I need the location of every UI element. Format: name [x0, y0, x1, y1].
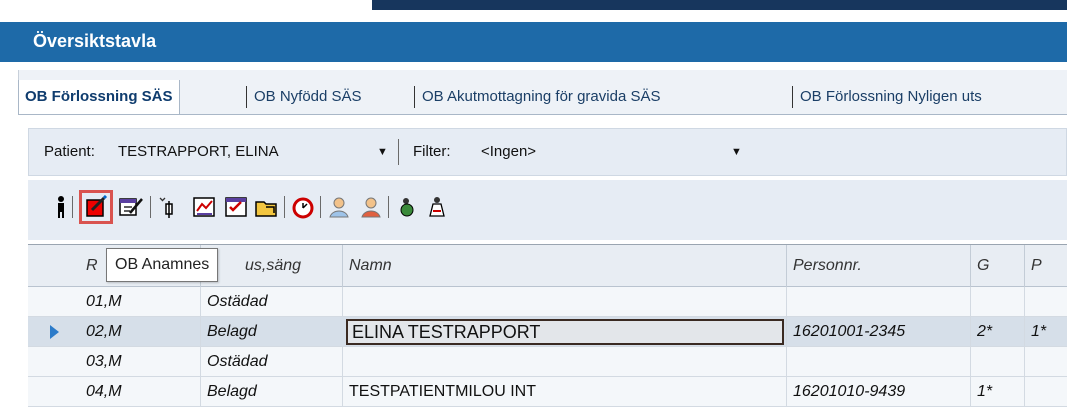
title-bar: Översiktstavla: [0, 22, 1067, 62]
table-row[interactable]: 04,M Belagd TESTPATIENTMILOU INT 1620101…: [28, 377, 1067, 407]
toolbar: [28, 180, 1067, 240]
chart-icon[interactable]: [192, 194, 218, 220]
cell-g: [970, 347, 1024, 377]
column-header-g[interactable]: G: [970, 245, 1024, 287]
toolbar-separator: [388, 196, 389, 218]
person-icon[interactable]: [48, 194, 74, 220]
tab-strip: OB Förlossning SÄS OB Nyfödd SÄS OB Akut…: [18, 80, 1067, 114]
column-header-pnr[interactable]: Personnr.: [786, 245, 970, 287]
cell-p: [1024, 347, 1067, 377]
table-row[interactable]: 03,M Ostädad: [28, 347, 1067, 377]
patientbar-separator: [398, 139, 399, 165]
patient-label: Patient:: [44, 143, 95, 160]
tab-separator: [792, 86, 793, 108]
cell-status: Belagd: [200, 317, 342, 347]
patient-bar: Patient: TESTRAPPORT, ELINA ▼ Filter: <I…: [28, 128, 1067, 176]
cell-name: TESTPATIENTMILOU INT: [342, 377, 786, 407]
cell-pnr: [786, 347, 970, 377]
tooltip-ob-anamnes: OB Anamnes: [106, 248, 219, 282]
tab-ob-forlossning-nyligen[interactable]: OB Förlossning Nyligen uts: [794, 80, 988, 114]
user-add-icon[interactable]: [326, 194, 352, 220]
cell-status: Ostädad: [200, 287, 342, 317]
cell-name: [342, 287, 786, 317]
table-row-selected[interactable]: 02,M Belagd ELINA TESTRAPPORT 16201001-2…: [28, 317, 1067, 347]
cell-room: 04,M: [86, 383, 122, 400]
cell-pnr: [786, 287, 970, 317]
tab-ob-nyfodd[interactable]: OB Nyfödd SÄS: [248, 80, 368, 114]
cell-p: 1*: [1024, 317, 1067, 347]
cell-room: 03,M: [86, 353, 122, 370]
cell-g: [970, 287, 1024, 317]
syringe-icon[interactable]: [156, 194, 182, 220]
cell-status: Belagd: [200, 377, 342, 407]
top-strip: [0, 0, 1067, 22]
cell-room: 02,M: [86, 323, 122, 340]
tab-ob-forlossning[interactable]: OB Förlossning SÄS: [18, 80, 180, 114]
filter-dropdown-icon[interactable]: ▼: [731, 146, 742, 158]
filter-label: Filter:: [413, 143, 451, 160]
checklist-icon[interactable]: [224, 194, 250, 220]
cell-pnr: 16201001-2345: [786, 317, 970, 347]
form-edit-icon[interactable]: [118, 194, 144, 220]
timer-icon[interactable]: [290, 194, 316, 220]
tab-ob-akutmottagning[interactable]: OB Akutmottagning för gravida SÄS: [416, 80, 666, 114]
top-strip-dark: [372, 0, 1067, 10]
toolbar-separator: [150, 196, 151, 218]
column-header-status[interactable]: us,säng: [200, 245, 342, 287]
toolbar-separator: [72, 196, 73, 218]
cell-name: [342, 347, 786, 377]
cell-pnr: 16201010-9439: [786, 377, 970, 407]
table-row[interactable]: 01,M Ostädad: [28, 287, 1067, 317]
tab-separator: [246, 86, 247, 108]
cell-name-selected[interactable]: ELINA TESTRAPPORT: [346, 319, 784, 345]
cell-g: 2*: [970, 317, 1024, 347]
mother-icon[interactable]: [394, 194, 420, 220]
cell-p: [1024, 377, 1067, 407]
baby-icon[interactable]: [424, 194, 450, 220]
filter-select[interactable]: <Ingen>: [481, 143, 536, 160]
window-title: Översiktstavla: [33, 31, 157, 51]
tab-separator: [414, 86, 415, 108]
toolbar-separator: [320, 196, 321, 218]
cell-g: 1*: [970, 377, 1024, 407]
cell-p: [1024, 287, 1067, 317]
cell-status: Ostädad: [200, 347, 342, 377]
cell-room: 01,M: [86, 293, 122, 310]
user-remove-icon[interactable]: [358, 194, 384, 220]
ob-anamnes-icon[interactable]: [79, 190, 113, 224]
patient-select[interactable]: TESTRAPPORT, ELINA: [118, 143, 279, 160]
toolbar-separator: [284, 196, 285, 218]
column-header-p[interactable]: P: [1024, 245, 1067, 287]
folder-icon[interactable]: [254, 194, 280, 220]
column-header-name[interactable]: Namn: [342, 245, 786, 287]
row-indicator-icon: [50, 325, 59, 339]
patient-dropdown-icon[interactable]: ▼: [377, 146, 388, 158]
